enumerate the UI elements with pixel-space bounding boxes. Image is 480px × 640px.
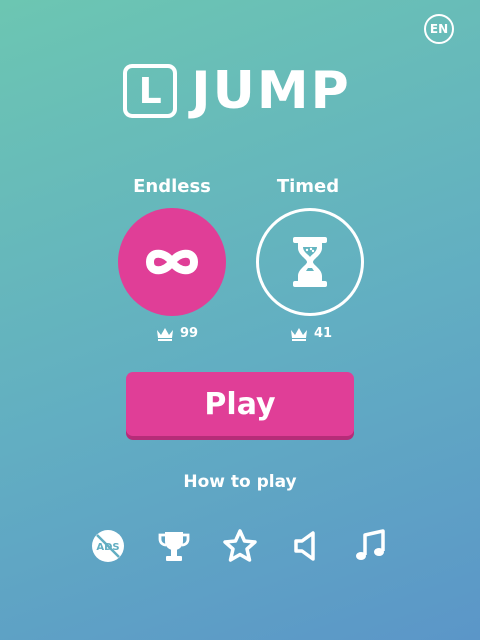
endless-mode-button[interactable] [118, 208, 226, 316]
timed-best-score: 41 [290, 326, 332, 341]
sound-icon[interactable] [288, 528, 324, 564]
language-label: EN [429, 22, 449, 36]
logo-letter: L [138, 70, 162, 112]
endless-mode-label: Endless [133, 176, 211, 197]
language-button[interactable]: EN [424, 14, 454, 44]
endless-best-score-value: 99 [180, 326, 199, 341]
logo-word: JUMP [191, 61, 351, 121]
logo-letter-box: L [123, 64, 178, 118]
no-ads-icon[interactable]: ADS [90, 528, 126, 564]
crown-icon [291, 327, 307, 341]
star-icon[interactable] [222, 528, 258, 564]
timed-mode-button[interactable] [256, 208, 364, 316]
timed-best-score-value: 41 [314, 326, 333, 341]
trophy-icon[interactable] [156, 528, 192, 564]
how-to-play-link[interactable]: How to play [0, 472, 480, 492]
game-logo: L JUMP [0, 64, 480, 118]
endless-best-score: 99 [156, 326, 198, 341]
play-button[interactable]: Play [126, 372, 354, 436]
timed-mode-label: Timed [276, 176, 340, 197]
music-note-icon[interactable] [352, 528, 388, 564]
hourglass-icon [293, 237, 327, 287]
crown-icon [157, 327, 173, 341]
infinity-icon [146, 249, 198, 275]
